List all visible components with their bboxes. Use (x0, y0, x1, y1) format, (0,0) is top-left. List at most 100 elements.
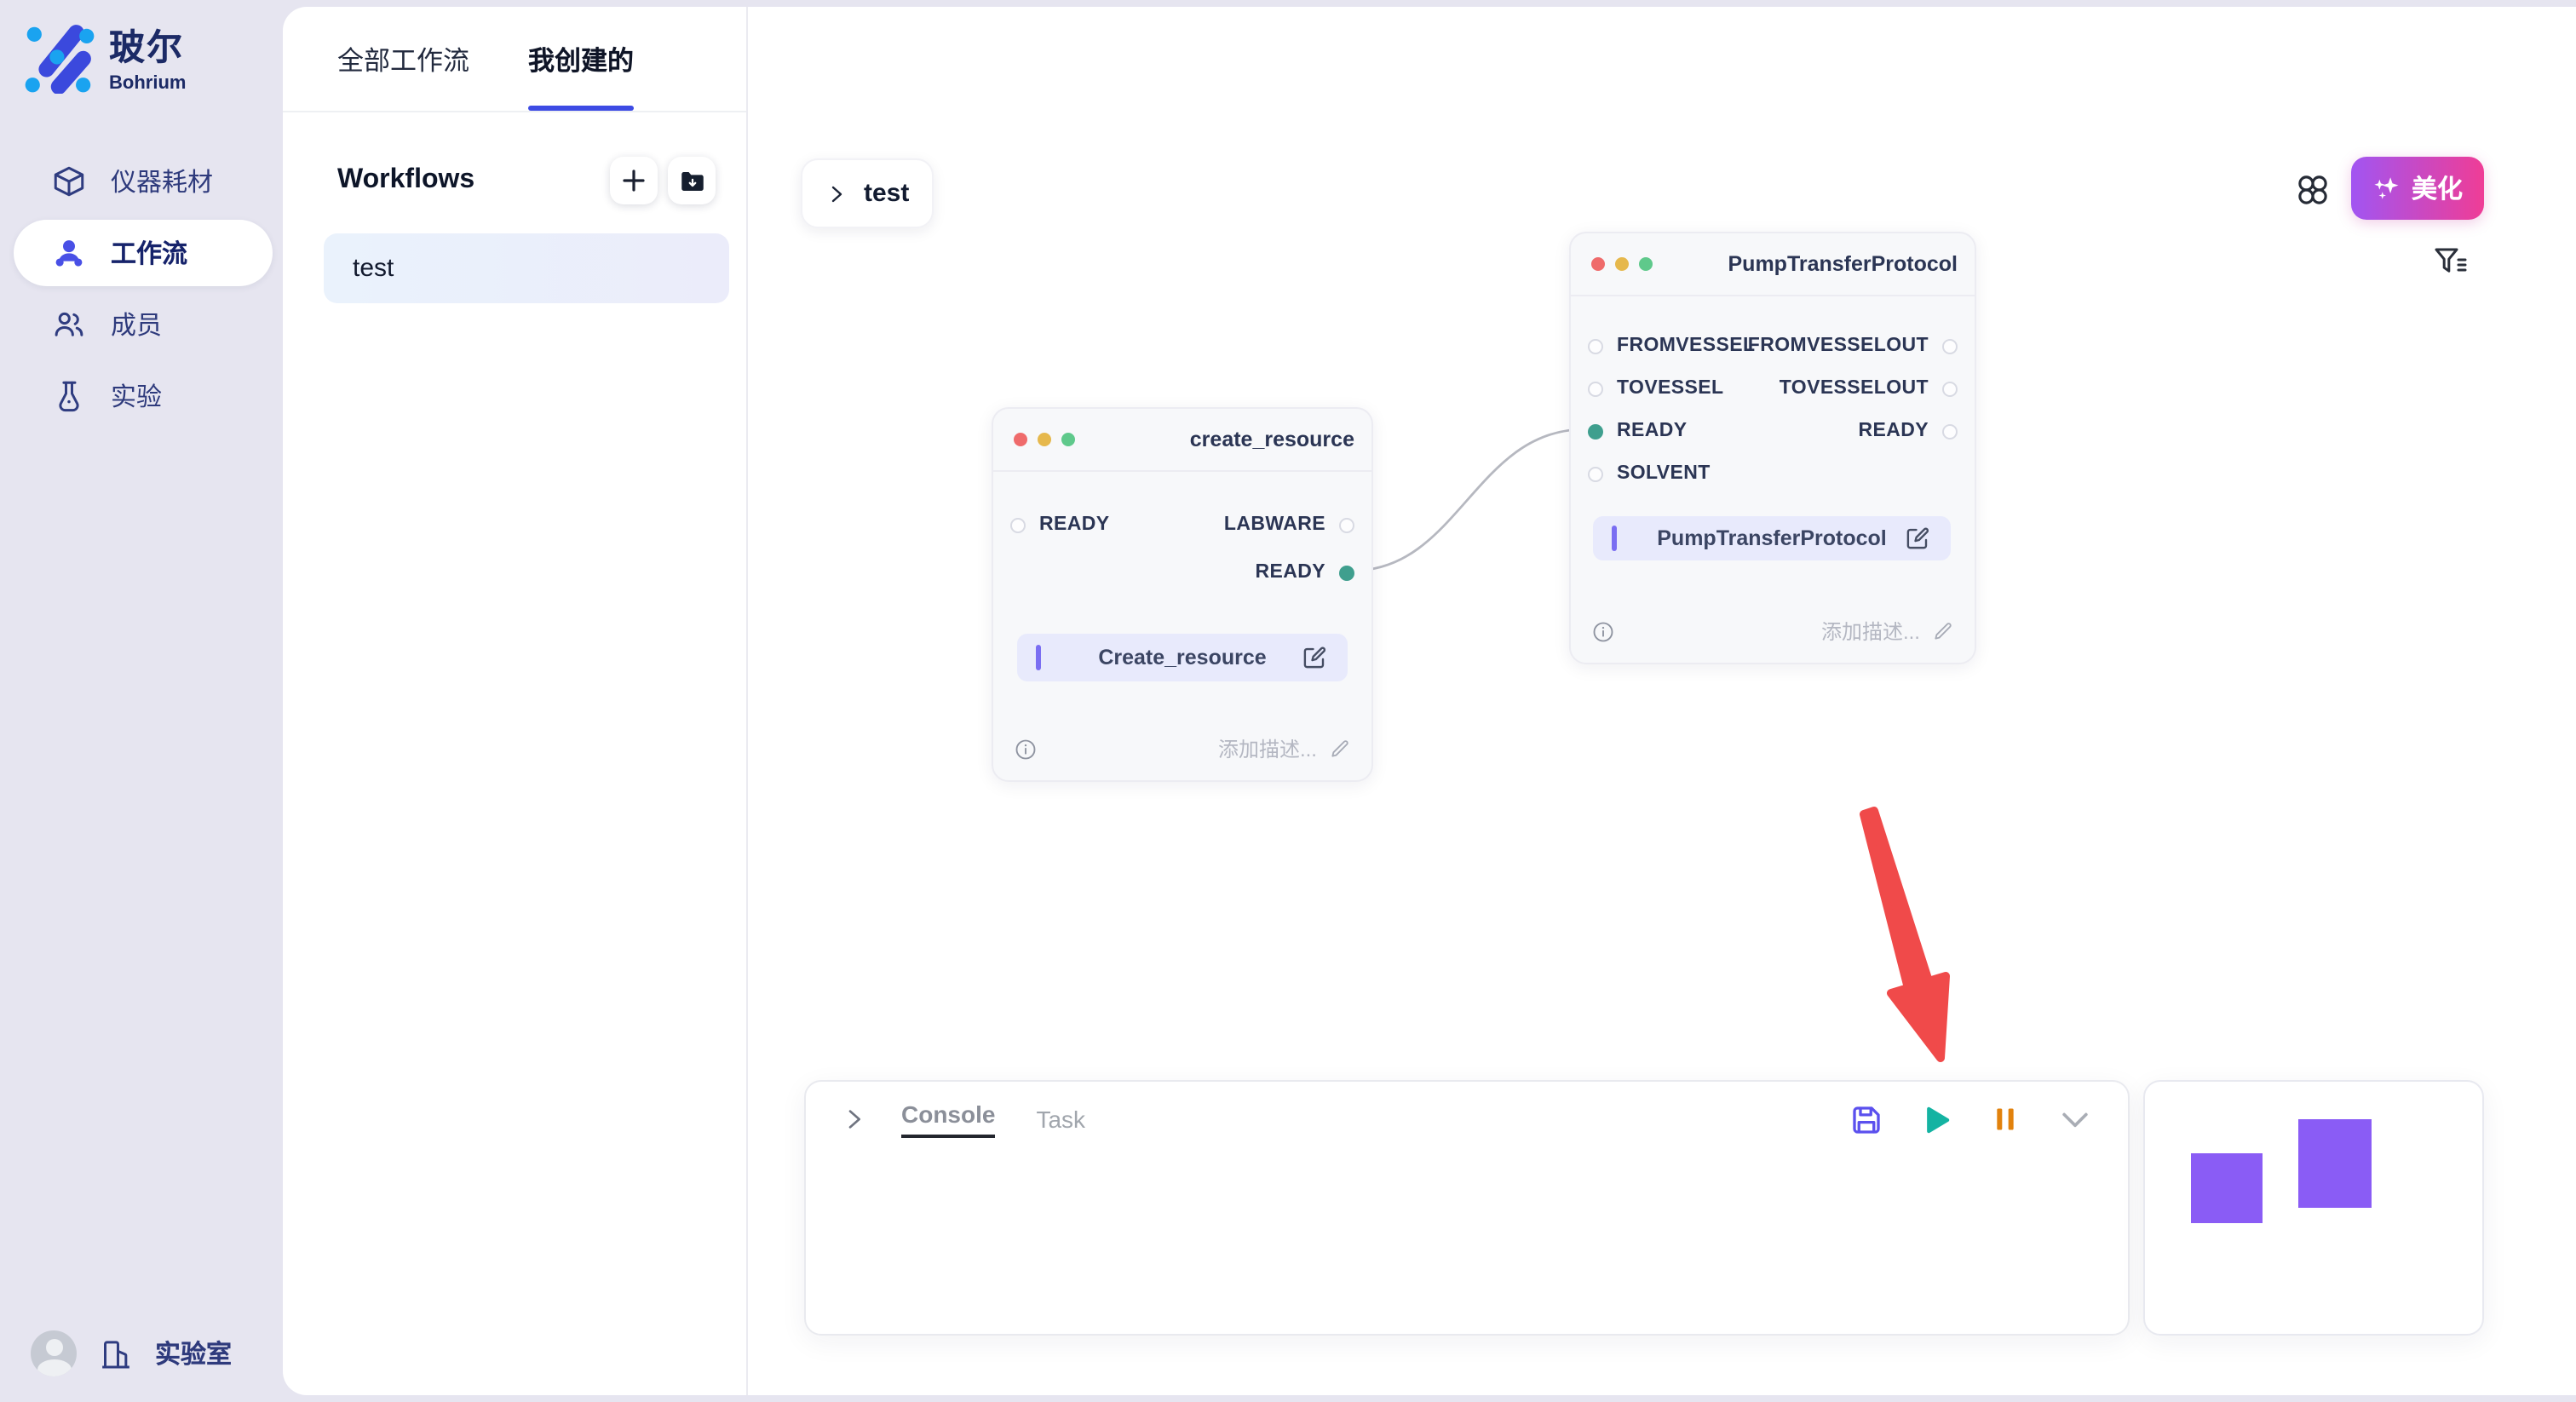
active-tab-underline (528, 106, 634, 111)
port-output-ready[interactable]: READY (1858, 419, 1958, 443)
add-description-placeholder: 添加描述... (1218, 734, 1317, 763)
filter-icon (2431, 242, 2469, 279)
folder-download-icon (677, 166, 706, 195)
node-pump-transfer-protocol[interactable]: PumpTransferProtocol FROMVESSEL TOVESSEL… (1569, 232, 1976, 664)
sidebar-footer: 实验室 (31, 1330, 232, 1376)
port-output-fromvesselout[interactable]: FROMVESSELOUT (1748, 334, 1958, 358)
port-label: READY (1617, 421, 1688, 441)
port-circle[interactable] (1942, 338, 1958, 353)
sidebar-item-workflow[interactable]: 工作流 (14, 220, 273, 286)
sidebar-item-experiments[interactable]: 实验 (14, 363, 273, 429)
box-icon (51, 164, 87, 199)
node-create-resource[interactable]: create_resource READY LABWARE READY Crea… (992, 407, 1373, 782)
port-input-ready[interactable]: READY (1010, 513, 1110, 537)
auto-layout-button[interactable] (2291, 169, 2332, 210)
port-input-solvent[interactable]: SOLVENT (1588, 462, 1711, 486)
lab-building-icon (99, 1336, 133, 1370)
port-circle[interactable] (1942, 423, 1958, 439)
sidebar-item-instruments[interactable]: 仪器耗材 (14, 148, 273, 215)
port-label: SOLVENT (1617, 463, 1711, 484)
traffic-lights (1014, 433, 1075, 446)
port-circle[interactable] (1588, 338, 1603, 353)
brand-name-zh: 玻尔 (109, 20, 186, 72)
console-panel: Console Task (804, 1080, 2130, 1336)
console-toolbar: Console Task (806, 1082, 2128, 1157)
tab-console[interactable]: Console (901, 1100, 995, 1138)
pill-accent-bar (1036, 645, 1041, 670)
run-button[interactable] (1917, 1100, 1954, 1138)
sidebar-item-label: 仪器耗材 (111, 164, 213, 199)
tab-all-workflows[interactable]: 全部工作流 (337, 7, 469, 111)
chevron-down-icon (2056, 1100, 2094, 1138)
node-action-label: Create_resource (1017, 646, 1348, 669)
tab-task[interactable]: Task (1036, 1106, 1085, 1133)
lab-label[interactable]: 实验室 (155, 1336, 232, 1371)
minimap[interactable] (2143, 1080, 2484, 1336)
app-window: 玻尔 Bohrium 仪器耗材 (0, 0, 2576, 1402)
sidebar: 玻尔 Bohrium 仪器耗材 (0, 0, 283, 1402)
user-avatar[interactable] (31, 1330, 77, 1376)
port-label: TOVESSEL (1617, 378, 1724, 399)
collapse-panel-button[interactable] (2056, 1100, 2094, 1138)
sidebar-item-label: 实验 (111, 378, 162, 414)
pause-button[interactable] (1987, 1100, 2024, 1138)
tab-my-created[interactable]: 我创建的 (528, 7, 634, 111)
console-expand-icon[interactable] (840, 1106, 867, 1133)
add-description[interactable]: 添加描述... (1821, 617, 1954, 646)
edit-icon[interactable] (1302, 645, 1327, 670)
info-icon[interactable] (1591, 619, 1615, 643)
port-input-fromvessel[interactable]: FROMVESSEL (1588, 334, 1755, 358)
traffic-lights (1591, 257, 1653, 271)
port-output-ready[interactable]: READY (1255, 560, 1354, 584)
port-output-labware[interactable]: LABWARE (1224, 513, 1354, 537)
node-action[interactable]: Create_resource (1017, 634, 1348, 681)
port-circle[interactable] (1588, 466, 1603, 481)
add-description-placeholder: 添加描述... (1821, 617, 1920, 646)
port-output-tovesselout[interactable]: TOVESSELOUT (1780, 376, 1958, 400)
port-input-ready[interactable]: READY (1588, 419, 1688, 443)
port-circle[interactable] (1588, 381, 1603, 396)
port-circle[interactable] (1942, 381, 1958, 396)
node-title: create_resource (1190, 409, 1354, 470)
workflows-header: Workflows (283, 157, 746, 204)
port-circle-connected[interactable] (1339, 565, 1354, 580)
port-input-tovessel[interactable]: TOVESSEL (1588, 376, 1724, 400)
sidebar-item-label: 工作流 (111, 235, 187, 271)
brand-logo[interactable]: 玻尔 Bohrium (24, 20, 186, 94)
breadcrumb-label: test (864, 179, 909, 208)
add-description[interactable]: 添加描述... (1218, 734, 1351, 763)
traffic-red-dot (1591, 257, 1605, 271)
workflow-canvas[interactable]: test 美化 (746, 7, 2576, 1395)
pause-icon (1988, 1102, 2022, 1136)
workflow-item-label: test (353, 254, 394, 283)
pencil-icon (1329, 738, 1351, 760)
port-label: READY (1255, 562, 1325, 583)
testtube-icon (51, 378, 87, 414)
sparkles-icon (2372, 174, 2401, 203)
port-label: LABWARE (1224, 514, 1325, 535)
bohrium-logo-icon (24, 21, 95, 93)
people-icon (51, 235, 87, 271)
tab-label: 全部工作流 (337, 40, 469, 78)
workflow-tabs: 全部工作流 我创建的 (283, 7, 746, 112)
workflow-list-panel: 全部工作流 我创建的 Workflows (283, 7, 748, 1395)
main-surface: 全部工作流 我创建的 Workflows (283, 7, 2576, 1395)
import-folder-button[interactable] (668, 157, 716, 204)
port-circle[interactable] (1339, 517, 1354, 532)
add-workflow-button[interactable] (610, 157, 658, 204)
breadcrumb[interactable]: test (801, 158, 934, 228)
save-button[interactable] (1847, 1100, 1884, 1138)
sidebar-item-members[interactable]: 成员 (14, 291, 273, 358)
traffic-red-dot (1014, 433, 1027, 446)
play-icon (1918, 1101, 1953, 1137)
edit-icon[interactable] (1905, 526, 1930, 551)
filter-button[interactable] (2431, 242, 2472, 283)
minimap-node-create-resource (2191, 1153, 2263, 1223)
info-icon[interactable] (1014, 737, 1038, 761)
beautify-label: 美化 (2412, 170, 2463, 206)
port-circle[interactable] (1010, 517, 1026, 532)
node-action[interactable]: PumpTransferProtocol (1593, 516, 1951, 560)
workflow-list-item-test[interactable]: test (324, 233, 729, 303)
port-circle-connected[interactable] (1588, 423, 1603, 439)
beautify-button[interactable]: 美化 (2351, 157, 2484, 220)
